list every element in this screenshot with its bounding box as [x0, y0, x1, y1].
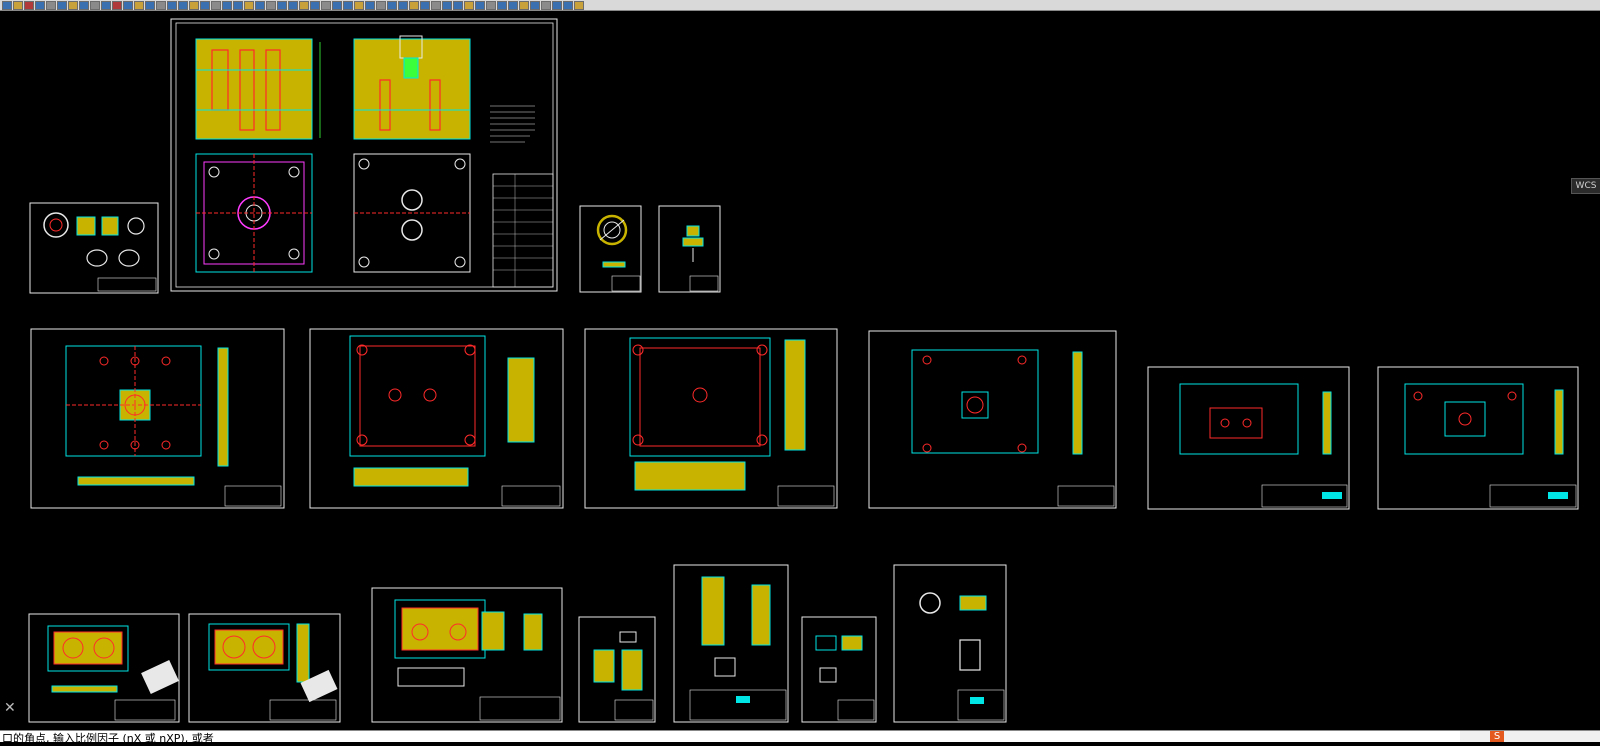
toolbar-icon[interactable]	[398, 0, 408, 10]
sheet-part-ring[interactable]	[29, 202, 159, 294]
toolbar-icon[interactable]	[255, 0, 265, 10]
toolbar-icon[interactable]	[178, 0, 188, 10]
sheet-plate-3[interactable]	[584, 328, 838, 509]
sheet-detail-6[interactable]	[801, 616, 877, 723]
close-icon[interactable]: ✕	[4, 700, 16, 716]
toolbar-icon[interactable]	[299, 0, 309, 10]
toolbar-icon[interactable]	[189, 0, 199, 10]
toolbar-icon[interactable]	[244, 0, 254, 10]
toolbar-icon[interactable]	[156, 0, 166, 10]
toolbar-icon[interactable]	[35, 0, 45, 10]
toolbar-icon[interactable]	[211, 0, 221, 10]
toolbar-icon[interactable]	[2, 0, 12, 10]
toolbar-icon[interactable]	[420, 0, 430, 10]
toolbar-icon[interactable]	[442, 0, 452, 10]
sheet-part-small-b[interactable]	[658, 205, 721, 293]
toolbar-icon[interactable]	[233, 0, 243, 10]
toolbar-icon[interactable]	[519, 0, 529, 10]
toolbar-icon[interactable]	[541, 0, 551, 10]
toolbar-icon[interactable]	[68, 0, 78, 10]
sheet-part-small-a[interactable]	[579, 205, 642, 293]
sheet-plate-2[interactable]	[309, 328, 564, 509]
toolbar-icon[interactable]	[552, 0, 562, 10]
toolbar-icon[interactable]	[464, 0, 474, 10]
sheet-assembly-main[interactable]	[170, 18, 558, 292]
toolbar-icon[interactable]	[343, 0, 353, 10]
toolbar-icon[interactable]	[101, 0, 111, 10]
toolbar-icon[interactable]	[376, 0, 386, 10]
sheet-plate-1[interactable]	[30, 328, 285, 509]
toolbar-icon[interactable]	[475, 0, 485, 10]
toolbar-icon[interactable]	[277, 0, 287, 10]
sheet-plate-4[interactable]	[868, 330, 1117, 509]
toolbar-icon[interactable]	[200, 0, 210, 10]
toolbar-icon[interactable]	[354, 0, 364, 10]
wcs-badge[interactable]: WCS	[1571, 178, 1600, 194]
drawing-canvas[interactable]: WCS ✕	[0, 12, 1600, 730]
toolbar-icon[interactable]	[134, 0, 144, 10]
toolbar-icon[interactable]	[453, 0, 463, 10]
toolbar-icon[interactable]	[13, 0, 23, 10]
toolbar-icon[interactable]	[310, 0, 320, 10]
sheet-detail-2[interactable]	[188, 613, 341, 723]
toolbar	[0, 0, 1600, 11]
drawing-sheets	[28, 18, 1579, 723]
toolbar-icon[interactable]	[57, 0, 67, 10]
ime-status-bar: S	[1460, 731, 1600, 742]
toolbar-icon[interactable]	[365, 0, 375, 10]
toolbar-icon[interactable]	[167, 0, 177, 10]
command-prompt-text: 口的角点, 输入比例因子 (nX 或 nXP), 或者	[2, 732, 214, 745]
sheet-detail-4[interactable]	[578, 616, 656, 723]
toolbar-icon[interactable]	[112, 0, 122, 10]
toolbar-icon[interactable]	[24, 0, 34, 10]
toolbar-icon[interactable]	[266, 0, 276, 10]
toolbar-icon[interactable]	[46, 0, 56, 10]
toolbar-icon[interactable]	[431, 0, 441, 10]
sheet-detail-3[interactable]	[371, 587, 563, 723]
toolbar-icon[interactable]	[288, 0, 298, 10]
sheet-plate-6[interactable]	[1377, 366, 1579, 510]
sheet-detail-5[interactable]	[673, 564, 789, 723]
sheet-detail-7[interactable]	[893, 564, 1007, 723]
toolbar-icon[interactable]	[563, 0, 573, 10]
sheet-plate-5[interactable]	[1147, 366, 1350, 510]
toolbar-icon[interactable]	[222, 0, 232, 10]
sheet-detail-1[interactable]	[28, 613, 180, 723]
toolbar-icon[interactable]	[387, 0, 397, 10]
toolbar-icon[interactable]	[79, 0, 89, 10]
toolbar-icon[interactable]	[321, 0, 331, 10]
toolbar-icon[interactable]	[486, 0, 496, 10]
toolbar-icon[interactable]	[90, 0, 100, 10]
toolbar-icon[interactable]	[530, 0, 540, 10]
toolbar-icon[interactable]	[145, 0, 155, 10]
command-line[interactable]: 口的角点, 输入比例因子 (nX 或 nXP), 或者 S	[0, 730, 1600, 745]
toolbar-icon[interactable]	[332, 0, 342, 10]
toolbar-icon[interactable]	[574, 0, 584, 10]
toolbar-icon[interactable]	[409, 0, 419, 10]
toolbar-icon[interactable]	[497, 0, 507, 10]
toolbar-icon[interactable]	[508, 0, 518, 10]
ime-icon[interactable]: S	[1490, 731, 1504, 742]
toolbar-icon[interactable]	[123, 0, 133, 10]
